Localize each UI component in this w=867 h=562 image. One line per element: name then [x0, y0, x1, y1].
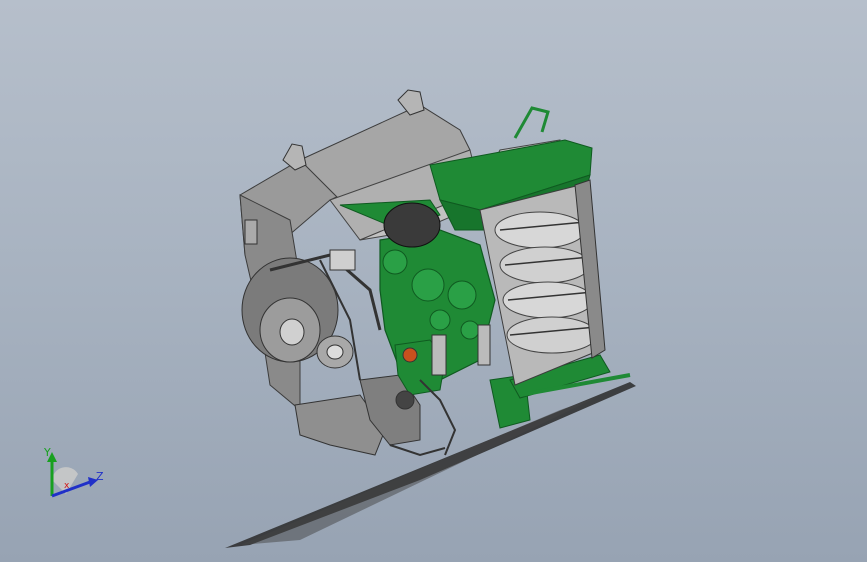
machine-assembly-model[interactable]	[0, 0, 867, 562]
y-axis-label: Y	[43, 446, 51, 459]
3d-viewport[interactable]: Y Z x	[0, 0, 867, 562]
rotor-drums[interactable]	[479, 179, 606, 386]
lifting-lug-2	[397, 89, 425, 116]
coordinate-triad: Y Z x	[43, 446, 104, 498]
lifting-lug-1	[282, 143, 307, 171]
x-axis-label: x	[64, 481, 70, 491]
z-axis-label: Z	[96, 470, 104, 483]
lifting-handle	[513, 106, 550, 139]
